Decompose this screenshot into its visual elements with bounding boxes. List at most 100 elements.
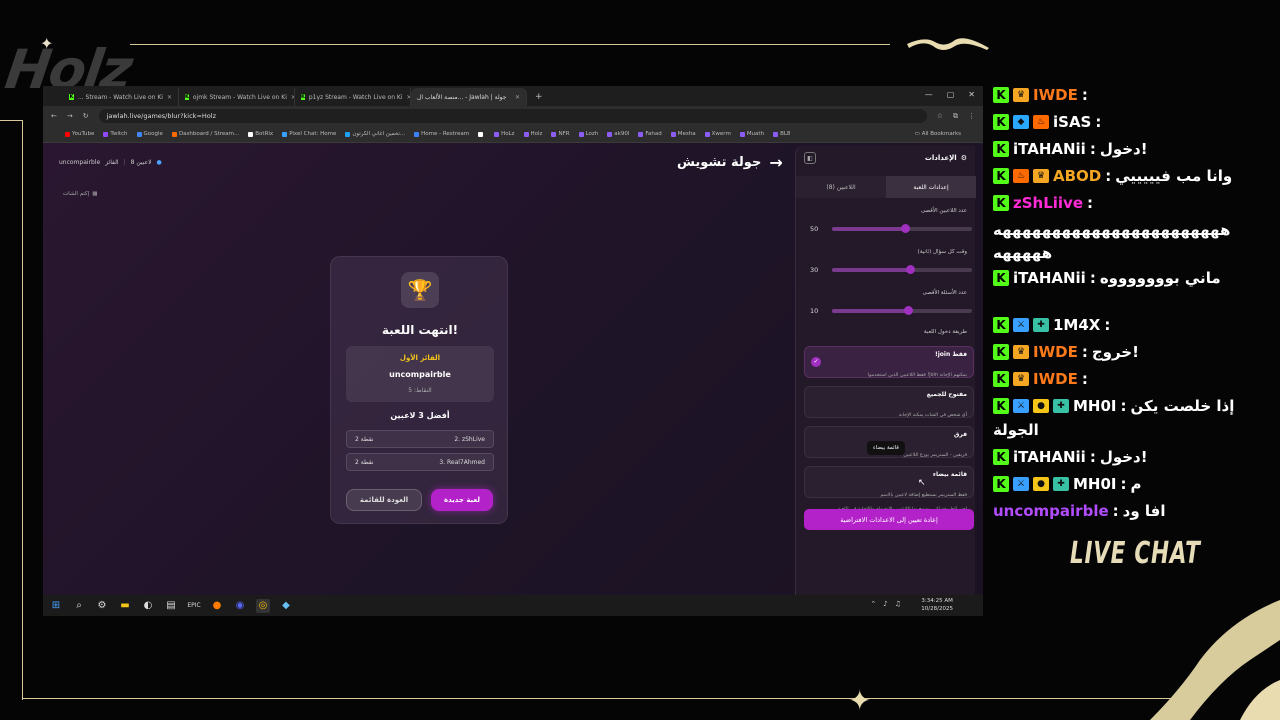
all-bookmarks[interactable]: ▭ All Bookmarks: [915, 131, 962, 137]
slider-knob[interactable]: [906, 265, 916, 274]
new-game-button[interactable]: لعبة جديدة: [431, 489, 493, 511]
browser-tab-active[interactable]: منصة الألعاب ال... - Jawlah | جولة ✕: [411, 88, 527, 106]
tab-game-settings[interactable]: إعدادات اللعبة: [886, 176, 976, 198]
new-tab-button[interactable]: +: [527, 88, 551, 106]
bookmark[interactable]: ak90l: [607, 131, 629, 137]
reload-icon[interactable]: ↻: [83, 112, 89, 120]
mic-icon[interactable]: ♫: [895, 600, 901, 608]
back-to-menu-button[interactable]: العودة للقائمة: [346, 489, 422, 511]
chat-username[interactable]: uncompairble: [993, 502, 1109, 520]
chat-username[interactable]: MH0I: [1073, 397, 1117, 415]
file-explorer-icon[interactable]: ▬: [118, 599, 132, 613]
gift-badge-icon: ✚: [1053, 477, 1069, 491]
option-open-all[interactable]: مفتوح للجميع أي شخص في الشات يمكنه الإجا…: [804, 386, 974, 418]
forward-icon[interactable]: →: [67, 112, 73, 120]
option-join-only[interactable]: ✓ !join فقط فقط اللاعبين الذين استخدموا …: [804, 346, 974, 378]
back-icon[interactable]: ←: [51, 112, 57, 120]
rank-points: 2 نقطة: [355, 435, 374, 443]
taskbar-clock[interactable]: 3:34:25 AM 10/28/2025: [921, 597, 953, 613]
bookmark-icon: [670, 131, 676, 137]
tab-label: ... Stream - Watch Live on Ki: [77, 93, 163, 101]
chat-username[interactable]: IWDE: [1033, 343, 1078, 361]
browser-tab[interactable]: Kojmk Stream - Watch Live on Ki✕: [179, 88, 295, 106]
kick-badge-icon: K: [993, 449, 1009, 465]
bookmark[interactable]: تخمين اغاني الكرتون...: [345, 131, 405, 137]
extensions-icon[interactable]: ⧉: [953, 112, 958, 121]
bookmark[interactable]: Google: [136, 131, 163, 137]
chat-colon: :: [1089, 448, 1096, 466]
chat-message: K ⚔ ✚ 1M4X:: [993, 316, 1280, 334]
minimize-icon[interactable]: —: [925, 90, 933, 99]
chat-text: هههههههههههههههههههههههه: [993, 221, 1231, 239]
close-icon[interactable]: ✕: [515, 94, 520, 101]
chrome-icon[interactable]: ◎: [256, 598, 270, 613]
chat-message: K ♛ IWDE: خروج!: [993, 343, 1280, 361]
bookmark[interactable]: BL8: [773, 131, 790, 137]
max-questions-slider[interactable]: [832, 306, 972, 315]
bookmark[interactable]: YouTube: [65, 131, 94, 137]
max-players-slider[interactable]: [832, 224, 972, 233]
arrow-right-icon[interactable]: →: [769, 153, 782, 172]
slider-knob[interactable]: [903, 306, 913, 315]
chat-username[interactable]: 1M4X: [1053, 316, 1100, 334]
mute-chat-button[interactable]: إكتم الشات ▦: [63, 191, 97, 197]
firefox-icon[interactable]: ●: [210, 599, 224, 613]
settings-icon[interactable]: ⚙: [95, 599, 109, 613]
slider-knob[interactable]: [900, 224, 910, 233]
epic-games-icon[interactable]: EPIC: [187, 599, 201, 613]
bookmark[interactable]: Xwerm: [704, 131, 731, 137]
chevron-up-icon[interactable]: ⌃: [870, 600, 876, 608]
browser-tab[interactable]: K... Stream - Watch Live on Ki ✕: [63, 88, 179, 106]
discord-icon[interactable]: ◉: [233, 599, 247, 613]
app-icon[interactable]: ◐: [141, 599, 155, 613]
star-bookmark-icon[interactable]: ☆: [937, 112, 943, 120]
question-time-slider[interactable]: [832, 265, 972, 274]
windows-start-icon[interactable]: ⊞: [49, 599, 63, 613]
chat-colon: :: [1081, 86, 1088, 104]
bookmark[interactable]: Muath: [739, 131, 764, 137]
panel-toggle-icon[interactable]: ◧: [804, 152, 816, 164]
bookmark[interactable]: Fahad: [638, 131, 662, 137]
bookmark-icon: [578, 131, 584, 137]
chat-message: uncompairble: افا ود: [993, 502, 1280, 520]
option-whitelist[interactable]: قائمة بيضاء فقط الستريمر يستطيع إضافة لا…: [804, 466, 974, 498]
top-deco-line: [130, 44, 890, 45]
maximize-icon[interactable]: ▢: [947, 90, 955, 99]
tab-players[interactable]: اللاعبين (8): [796, 176, 886, 198]
live-chat: K ♛ IWDE: K ◆ ♨ iSAS: KiTAHANii: دخول! K ♨ ♛ ABOD: وا…: [993, 86, 1280, 536]
url-input[interactable]: jawlah.live/games/blur?kick=Holz: [98, 109, 927, 123]
search-icon[interactable]: ⌕: [72, 599, 86, 613]
chat-username[interactable]: iTAHANii: [1013, 140, 1086, 158]
bookmark[interactable]: Pixel Chat: Home: [282, 131, 336, 137]
left-vertical-line: [22, 120, 23, 700]
chat-username[interactable]: iTAHANii: [1013, 448, 1086, 466]
bookmark[interactable]: HoLz: [494, 131, 515, 137]
chat-username[interactable]: IWDE: [1033, 370, 1078, 388]
chat-username[interactable]: zShLiive: [1013, 194, 1083, 212]
steam-icon[interactable]: ◆: [279, 599, 293, 613]
bookmark[interactable]: Home - Restream: [414, 131, 469, 137]
chat-username[interactable]: iTAHANii: [1013, 269, 1086, 287]
reset-defaults-button[interactable]: إعادة تعيين إلى الاعدادات الافتراضية: [804, 509, 974, 530]
bookmark[interactable]: NFR: [551, 131, 570, 137]
close-window-icon[interactable]: ✕: [968, 90, 975, 99]
browser-tab[interactable]: Kp1yz Stream - Watch Live on Ki✕: [295, 88, 411, 106]
volume-icon[interactable]: ♪: [883, 600, 887, 608]
bookmark[interactable]: Lozh: [578, 131, 598, 137]
bookmark[interactable]: Twitch: [103, 131, 128, 137]
bookmark[interactable]: Mesha: [670, 131, 696, 137]
bookmark[interactable]: Holz: [523, 131, 542, 137]
chat-username[interactable]: iSAS: [1053, 113, 1091, 131]
bookmark[interactable]: BotRix: [248, 131, 273, 137]
terminal-icon[interactable]: ▤: [164, 599, 178, 613]
bookmark[interactable]: Dashboard / Stream...: [171, 131, 239, 137]
chat-username[interactable]: MH0I: [1073, 475, 1117, 493]
menu-icon[interactable]: ⋮: [968, 112, 975, 120]
close-icon[interactable]: ✕: [167, 94, 172, 101]
jawlah-game-page: uncompairble الفائز | 8 لاعبين ● إكتم ال…: [43, 143, 983, 595]
chat-username[interactable]: ABOD: [1053, 167, 1101, 185]
bookmark[interactable]: [478, 131, 485, 137]
kick-badge-icon: K: [993, 371, 1009, 387]
folder-icon: ▭: [914, 131, 920, 137]
chat-username[interactable]: IWDE: [1033, 86, 1078, 104]
